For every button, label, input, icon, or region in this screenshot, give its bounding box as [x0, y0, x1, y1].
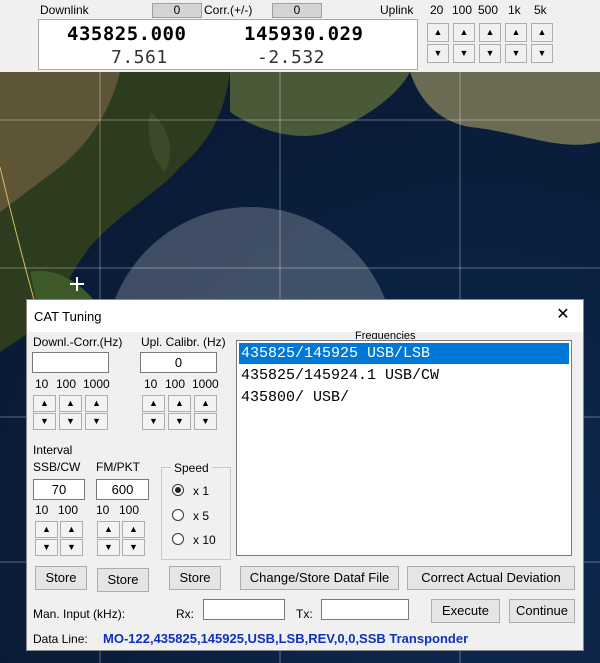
- corr-100-down-button[interactable]: ▼: [59, 413, 82, 430]
- corr-step-100-label: 100: [56, 377, 77, 391]
- data-line-label: Data Line:: [33, 632, 88, 646]
- data-line-value: MO-122,435825,145925,USB,LSB,REV,0,0,SSB…: [103, 631, 469, 646]
- ssb-10-down-button[interactable]: ▼: [35, 539, 58, 556]
- fm-100-down-button[interactable]: ▼: [122, 539, 145, 556]
- corr-1000-up-button[interactable]: ▲: [85, 395, 108, 412]
- speed-x10-label: x 10: [193, 533, 216, 547]
- step-label-20: 20: [430, 3, 444, 17]
- ssb-10-up-button[interactable]: ▲: [35, 521, 58, 538]
- corr-1000-down-button[interactable]: ▼: [85, 413, 108, 430]
- fm-10-up-button[interactable]: ▲: [97, 521, 120, 538]
- correct-deviation-button[interactable]: Correct Actual Deviation: [407, 566, 575, 590]
- fm-pkt-label: FM/PKT: [96, 460, 140, 474]
- interval-label: Interval: [33, 443, 73, 457]
- speed-x1-label: x 1: [193, 484, 210, 498]
- downlink-correction-field[interactable]: 0: [152, 3, 202, 18]
- step-20-up-button[interactable]: ▲: [427, 23, 449, 42]
- fm-step-100-label: 100: [119, 503, 140, 517]
- correction-label: Corr.(+/-): [204, 3, 253, 17]
- calib-100-up-button[interactable]: ▲: [168, 395, 191, 412]
- speed-x10-radio[interactable]: [172, 533, 184, 545]
- fm-pkt-interval-input[interactable]: 600: [96, 479, 149, 500]
- step-100-up-button[interactable]: ▲: [453, 23, 475, 42]
- man-input-label: Man. Input (kHz):: [33, 607, 126, 621]
- list-item[interactable]: 435800/ USB/: [239, 387, 569, 408]
- store-corr-button[interactable]: Store: [35, 566, 87, 590]
- uplink-frequency: 145930.029: [244, 23, 364, 45]
- close-icon[interactable]: ✕: [553, 305, 573, 325]
- downl-corr-label: Downl.-Corr.(Hz): [33, 335, 123, 349]
- step-20-down-button[interactable]: ▼: [427, 44, 449, 63]
- corr-step-10-label: 10: [35, 377, 49, 391]
- rx-input[interactable]: [203, 599, 285, 620]
- frequency-display: 435825.000 145930.029 7.561 -2.532: [38, 19, 418, 70]
- corr-10-up-button[interactable]: ▲: [33, 395, 56, 412]
- downlink-label: Downlink: [40, 3, 89, 17]
- step-100-down-button[interactable]: ▼: [453, 44, 475, 63]
- ssb-100-up-button[interactable]: ▲: [60, 521, 83, 538]
- ssb-step-100-label: 100: [58, 503, 79, 517]
- store-interval-button[interactable]: Store: [97, 568, 149, 592]
- corr-100-up-button[interactable]: ▲: [59, 395, 82, 412]
- tx-label: Tx:: [296, 607, 313, 621]
- uplink-correction-field[interactable]: 0: [272, 3, 322, 18]
- fm-100-up-button[interactable]: ▲: [122, 521, 145, 538]
- calib-step-100-label: 100: [165, 377, 186, 391]
- calib-10-down-button[interactable]: ▼: [142, 413, 165, 430]
- uplink-label: Uplink: [380, 3, 414, 17]
- step-500-down-button[interactable]: ▼: [479, 44, 501, 63]
- step-label-500: 500: [478, 3, 499, 17]
- step-5k-down-button[interactable]: ▼: [531, 44, 553, 63]
- speed-label: Speed: [171, 461, 212, 475]
- tx-input[interactable]: [321, 599, 409, 620]
- speed-x1-radio[interactable]: [172, 484, 184, 496]
- step-1k-up-button[interactable]: ▲: [505, 23, 527, 42]
- rx-label: Rx:: [176, 607, 194, 621]
- downl-corr-input[interactable]: [32, 352, 109, 373]
- ssb-cw-label: SSB/CW: [33, 460, 81, 474]
- step-500-up-button[interactable]: ▲: [479, 23, 501, 42]
- corr-step-1000-label: 1000: [83, 377, 110, 391]
- step-label-100: 100: [452, 3, 473, 17]
- ssb-100-down-button[interactable]: ▼: [60, 539, 83, 556]
- frequencies-label: Frequencies: [355, 331, 416, 339]
- list-item[interactable]: 435825/145924.1 USB/CW: [239, 365, 569, 386]
- corr-10-down-button[interactable]: ▼: [33, 413, 56, 430]
- calib-100-down-button[interactable]: ▼: [168, 413, 191, 430]
- step-5k-up-button[interactable]: ▲: [531, 23, 553, 42]
- cat-tuning-dialog: CAT Tuning ✕ Downl.-Corr.(Hz) 10 100 100…: [26, 299, 584, 651]
- calib-1000-down-button[interactable]: ▼: [194, 413, 217, 430]
- alaska-landmass: [410, 72, 600, 145]
- list-item[interactable]: 435825/145925 USB/LSB: [239, 343, 569, 364]
- tuning-bar: Downlink 0 Corr.(+/-) 0 Uplink 20 100 50…: [0, 0, 600, 72]
- speed-x5-label: x 5: [193, 509, 210, 523]
- downlink-frequency: 435825.000: [67, 23, 187, 45]
- dialog-title: CAT Tuning: [34, 309, 102, 324]
- calib-10-up-button[interactable]: ▲: [142, 395, 165, 412]
- ssb-cw-interval-input[interactable]: 70: [33, 479, 85, 500]
- ssb-step-10-label: 10: [35, 503, 49, 517]
- bering-coast: [230, 72, 410, 136]
- speed-x5-radio[interactable]: [172, 509, 184, 521]
- calib-step-1000-label: 1000: [192, 377, 219, 391]
- calib-1000-up-button[interactable]: ▲: [194, 395, 217, 412]
- frequency-list[interactable]: 435825/145925 USB/LSB 435825/145924.1 US…: [236, 340, 572, 556]
- calib-step-10-label: 10: [144, 377, 158, 391]
- uplink-doppler: -2.532: [257, 47, 326, 68]
- fm-10-down-button[interactable]: ▼: [97, 539, 120, 556]
- store-speed-button[interactable]: Store: [169, 566, 221, 590]
- step-label-1k: 1k: [508, 3, 521, 17]
- fm-step-10-label: 10: [96, 503, 110, 517]
- downlink-doppler: 7.561: [111, 47, 168, 68]
- execute-button[interactable]: Execute: [431, 599, 500, 623]
- upl-calib-label: Upl. Calibr. (Hz): [141, 335, 226, 349]
- step-1k-down-button[interactable]: ▼: [505, 44, 527, 63]
- continue-button[interactable]: Continue: [509, 599, 575, 623]
- change-store-datafile-button[interactable]: Change/Store Dataf File: [240, 566, 399, 590]
- dialog-titlebar[interactable]: CAT Tuning ✕: [27, 300, 583, 332]
- upl-calib-input[interactable]: 0: [140, 352, 217, 373]
- step-label-5k: 5k: [534, 3, 547, 17]
